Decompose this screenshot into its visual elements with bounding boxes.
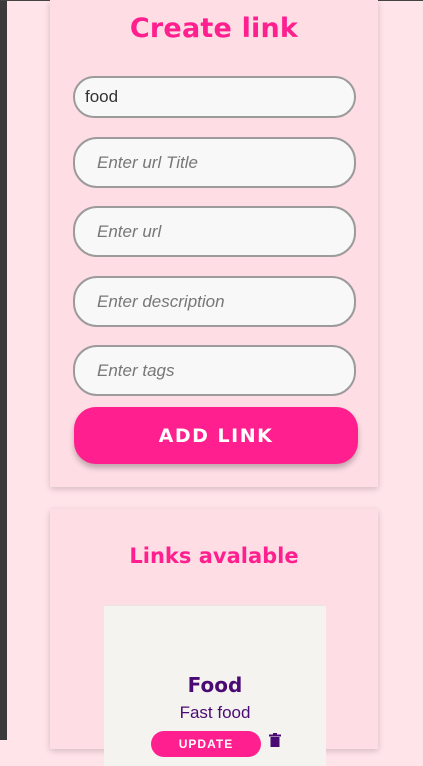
tags-input[interactable] <box>73 345 356 396</box>
link-item: Food Fast food UPDATE <box>104 605 326 766</box>
window-edge <box>0 0 7 740</box>
links-available-card: Links avalable Food Fast food UPDATE <box>50 509 378 766</box>
name-input[interactable] <box>73 76 356 118</box>
description-input[interactable] <box>73 276 356 327</box>
trash-icon[interactable] <box>269 733 281 747</box>
link-item-description: Fast food <box>179 703 251 722</box>
url-input[interactable] <box>73 206 356 257</box>
create-link-card: Create link ADD LINK <box>50 0 378 487</box>
link-item-title: Food <box>187 673 243 697</box>
create-link-title: Create link <box>129 13 299 44</box>
add-link-button[interactable]: ADD LINK <box>74 407 358 464</box>
links-available-title: Links avalable <box>129 544 299 568</box>
url-title-input[interactable] <box>73 137 356 188</box>
update-button[interactable]: UPDATE <box>151 731 261 757</box>
